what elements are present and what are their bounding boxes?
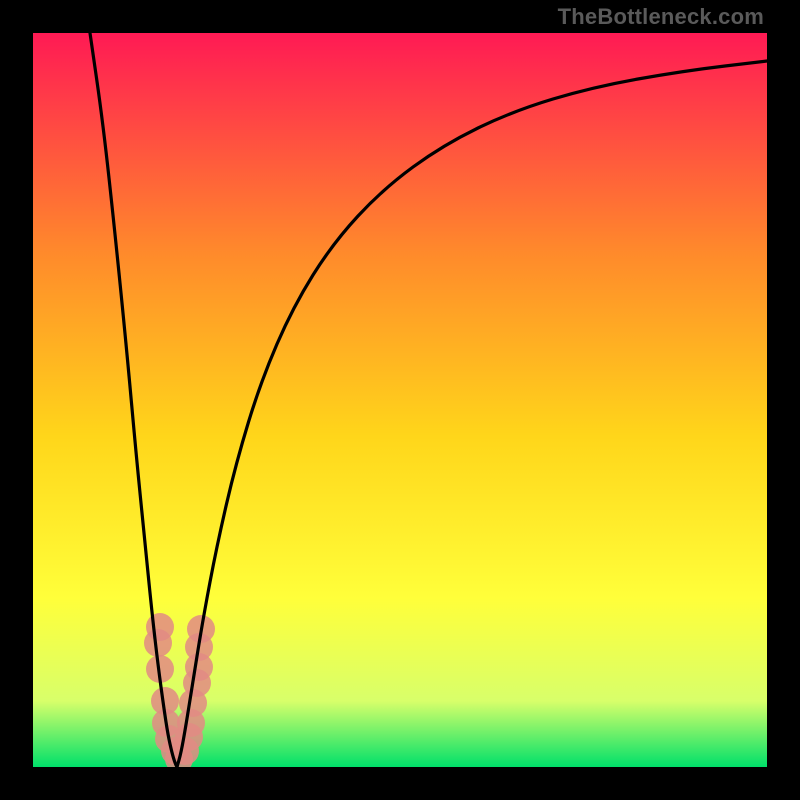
chart-background — [33, 33, 767, 767]
chart-svg — [33, 33, 767, 767]
watermark-text: TheBottleneck.com — [558, 4, 764, 30]
outer-frame: TheBottleneck.com — [0, 0, 800, 800]
chart-plot-area — [33, 33, 767, 767]
